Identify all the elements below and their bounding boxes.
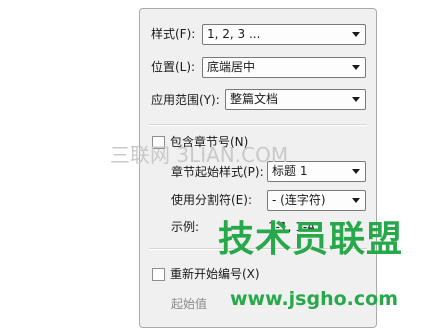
apply-to-select-value: 整篇文档 [230, 92, 279, 106]
chevron-down-icon [352, 65, 360, 70]
position-select-value: 底端居中 [207, 60, 256, 74]
separator-line [149, 124, 367, 126]
separator-select[interactable]: - (连字符) [267, 190, 366, 211]
site-watermark: 三联网 3LIAN.COM [110, 143, 289, 167]
start-value-label: 起始值 [171, 297, 208, 311]
position-select[interactable]: 底端居中 [202, 57, 366, 78]
brand-url-watermark: www.jsgho.com [230, 288, 398, 310]
separator-label: 使用分割符(E): [171, 193, 252, 207]
example-label: 示例: [171, 220, 200, 234]
page-number-format-dialog: 样式(F): 1, 2, 3 ... 位置(L): 底端居中 应用范围(Y): … [139, 8, 377, 328]
restart-numbering-checkbox[interactable] [152, 268, 165, 281]
chevron-down-icon [352, 32, 360, 37]
chevron-down-icon [352, 169, 360, 174]
brand-watermark: 技术员联盟 [218, 219, 404, 260]
style-label: 样式(F): [151, 27, 196, 41]
chevron-down-icon [352, 97, 360, 102]
style-select[interactable]: 1, 2, 3 ... [202, 24, 366, 45]
separator-select-value: - (连字符) [272, 193, 326, 207]
restart-numbering-label: 重新开始编号(X) [170, 267, 260, 281]
style-select-value: 1, 2, 3 ... [207, 27, 261, 41]
position-label: 位置(L): [151, 60, 196, 74]
apply-to-label: 应用范围(Y): [151, 93, 220, 107]
chevron-down-icon [352, 198, 360, 203]
apply-to-select[interactable]: 整篇文档 [225, 89, 366, 110]
